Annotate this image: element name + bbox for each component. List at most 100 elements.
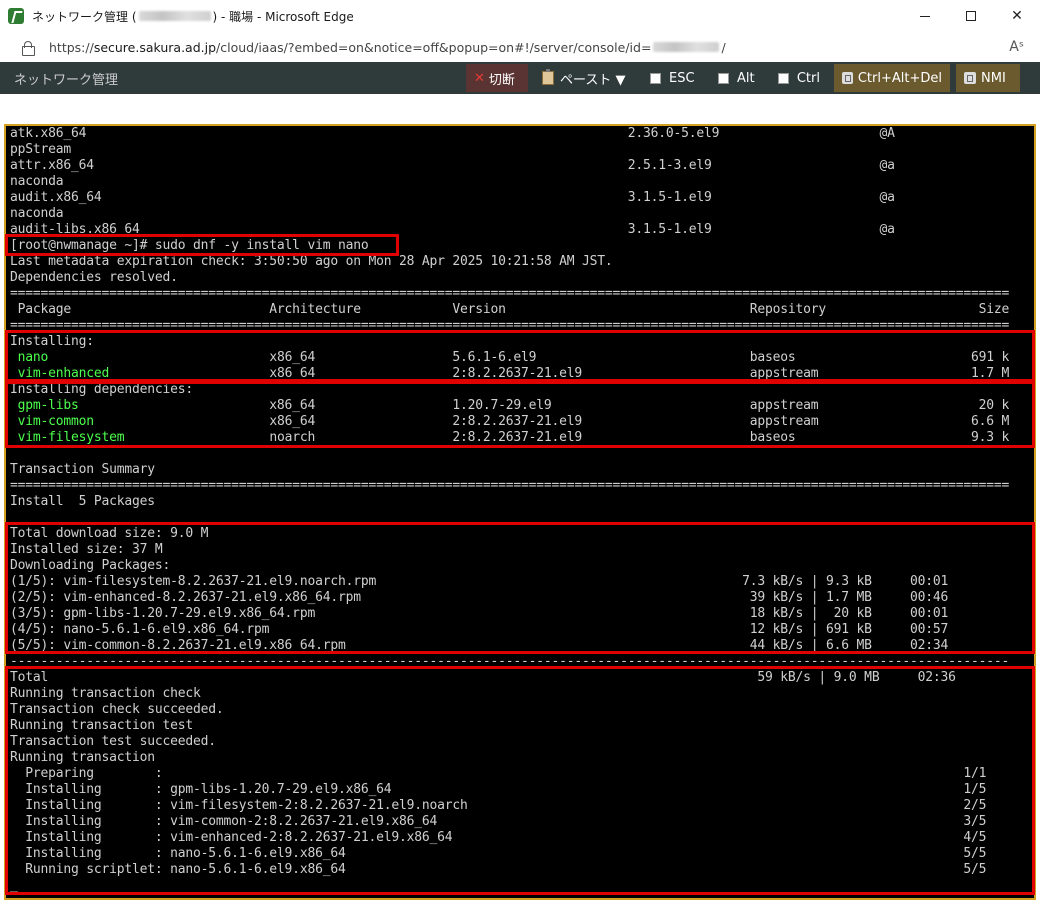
terminal-line: (1/5): vim-filesystem-8.2.2637-21.el9.no… [10,574,949,589]
maximize-button[interactable] [948,0,994,32]
minimize-icon [920,15,930,17]
alt-toggle[interactable]: Alt [710,64,764,92]
terminal-line: vim-filesystem noarch 2:8.2.2637-21.el9 … [10,430,1010,445]
window-title-suffix: ) - 職場 - Microsoft Edge [212,9,354,24]
terminal-line: Installing : vim-common-2:8.2.2637-21.el… [10,814,987,829]
ctrl-checkbox[interactable] [778,72,789,84]
terminal-line: Running transaction test [10,718,194,733]
redacted-name [138,11,211,21]
alt-label: Alt [737,70,755,86]
redacted-id [653,42,720,52]
package-name: vim-common [10,414,94,429]
terminal-line: Transaction check succeeded. [10,702,224,717]
esc-toggle[interactable]: ESC [642,64,704,92]
esc-label: ESC [669,70,695,86]
ctrl-alt-del-label: Ctrl+Alt+Del [857,70,942,86]
keyboard-icon [964,72,976,84]
url-text[interactable]: https://secure.sakura.ad.jp/cloud/iaas/?… [49,40,726,55]
terminal-line: Transaction Summary [10,462,155,477]
nmi-button[interactable]: NMI [956,64,1020,92]
esc-checkbox[interactable] [650,72,661,84]
console-area: atk.x86_64 2.36.0-5.el9 @A ppStream attr.x… [0,94,1040,903]
ctrl-toggle[interactable]: Ctrl [770,64,828,92]
terminal-line: ========================================… [10,478,1010,493]
terminal-line: (2/5): vim-enhanced-8.2.2637-21.el9.x86_… [10,590,949,605]
url-host: secure.sakura.ad.jp [93,39,217,55]
paste-label: ペースト ▼ [560,72,626,88]
terminal-line: Running scriptlet: nano-5.6.1-6.el9.x86_… [10,862,987,877]
terminal-line: Installing: [10,334,94,349]
terminal-line: Installing : vim-filesystem-2:8.2.2637-2… [10,798,987,813]
terminal-line: vim-common x86_64 2:8.2.2637-21.el9 apps… [10,414,1010,429]
terminal-line: Dependencies resolved. [10,270,178,285]
clipboard-icon [542,69,554,85]
terminal-line: Downloading Packages: [10,558,171,573]
terminal-line: (5/5): vim-common-8.2.2637-21.el9.x86_64… [10,638,949,653]
address-bar[interactable]: https://secure.sakura.ad.jp/cloud/iaas/?… [0,32,1040,62]
terminal-output: atk.x86_64 2.36.0-5.el9 @A ppStream attr.x… [10,126,1009,894]
paste-button[interactable]: ペースト ▼ [534,64,636,92]
terminal-line: attr.x86_64 2.5.1-3.el9 @a [10,158,895,173]
url-end: / [721,39,726,55]
terminal-line: nano x86_64 5.6.1-6.el9 baseos 691 k [10,350,1010,365]
close-icon: ✕ [1011,8,1023,24]
keyboard-icon [842,72,853,84]
url-scheme: https:// [49,39,94,55]
terminal-line: audit.x86_64 3.1.5-1.el9 @a [10,190,895,205]
terminal-line: Preparing : 1/1 [10,766,987,781]
terminal-line: Last metadata expiration check: 3:50:50 … [10,254,613,269]
window-titlebar: ネットワーク管理 ( ) - 職場 - Microsoft Edge ✕ [0,0,1040,32]
terminal-line: Installing : vim-enhanced-2:8.2.2637-21.… [10,830,987,845]
window-controls: ✕ [902,0,1040,32]
terminal-line: audit-libs.x86_64 3.1.5-1.el9 @a [10,222,895,237]
terminal-line: gpm-libs x86_64 1.20.7-29.el9 appstream … [10,398,1010,413]
terminal-line: vim-enhanced x86_64 2:8.2.2637-21.el9 ap… [10,366,1010,381]
terminal-line: _ [10,878,18,893]
ctrl-alt-del-button[interactable]: Ctrl+Alt+Del [834,64,950,92]
package-name: vim-enhanced [10,366,110,381]
terminal-line: ========================================… [10,286,1010,301]
terminal-line: atk.x86_64 2.36.0-5.el9 @A [10,126,895,141]
disconnect-label: 切断 [488,72,515,88]
terminal-line: (4/5): nano-5.6.1-6.el9.x86_64.rpm 12 kB… [10,622,949,637]
ctrl-label: Ctrl [796,70,820,86]
terminal-line: (3/5): gpm-libs-1.20.7-29.el9.x86_64.rpm… [10,606,949,621]
terminal-line: naconda [10,174,64,189]
terminal-line: ========================================… [10,318,1010,333]
url-path: /cloud/iaas/?embed=on&notice=off&popup=o… [216,39,652,55]
package-name: nano [10,350,49,365]
terminal-line: Installed size: 37 M [10,542,163,557]
terminal-line: Running transaction [10,750,155,765]
terminal-line: ----------------------------------------… [10,654,1010,669]
terminal-line: Package Architecture Version Repository … [10,302,1010,317]
terminal-line: ppStream [10,142,72,157]
terminal-line: Total 59 kB/s | 9.0 MB 02:36 [10,670,956,685]
terminal-line: Installing dependencies: [10,382,194,397]
close-button[interactable]: ✕ [994,0,1040,32]
console-toolbar: ネットワーク管理 ✕ 切断 ペースト ▼ ESC Alt Ctrl Ctrl+A… [0,62,1040,94]
terminal-line: Running transaction check [10,686,201,701]
terminal-line: Installing : nano-5.6.1-6.el9.x86_64 5/5 [10,846,987,861]
toolbar-title: ネットワーク管理 [14,72,119,88]
minimize-button[interactable] [902,0,948,32]
package-name: vim-filesystem [10,430,125,445]
terminal-line: Installing : gpm-libs-1.20.7-29.el9.x86_… [10,782,987,797]
alt-checkbox[interactable] [718,72,729,84]
terminal-line: Transaction test succeeded. [10,734,216,749]
package-name: gpm-libs [10,398,79,413]
lock-icon[interactable] [22,40,35,56]
window-title: ネットワーク管理 ( ) - 職場 - Microsoft Edge [32,8,354,25]
nmi-label: NMI [981,70,1006,86]
window-title-prefix: ネットワーク管理 ( [32,9,137,24]
terminal-line: naconda [10,206,64,221]
read-aloud-icon[interactable]: Aˢ [1009,39,1024,55]
close-x-icon: ✕ [474,70,485,86]
disconnect-button[interactable]: ✕ 切断 [466,64,528,92]
terminal-line: Install 5 Packages [10,494,155,509]
maximize-icon [966,11,976,21]
terminal-screen[interactable]: atk.x86_64 2.36.0-5.el9 @A ppStream attr.x… [4,124,1036,900]
terminal-line: [root@nwmanage ~]# sudo dnf -y install v… [10,238,369,253]
terminal-line: Total download size: 9.0 M [10,526,209,541]
